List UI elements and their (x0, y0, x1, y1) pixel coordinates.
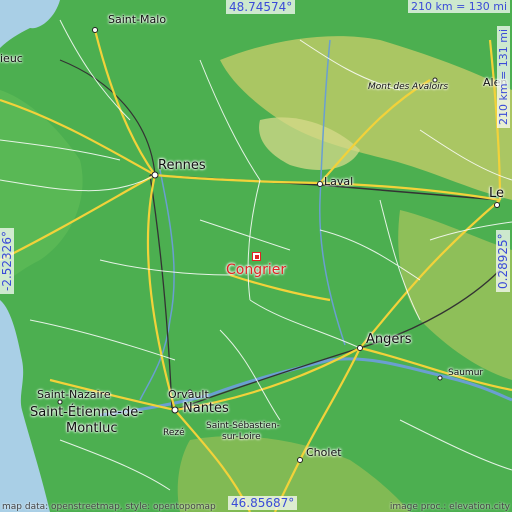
map-view[interactable]: Saint-Malo ieuc Alen Mont des Avaloirs R… (0, 0, 512, 512)
city-label-le: Le (489, 186, 505, 201)
vertical-scale-label: 210 km = 131 mi (497, 25, 510, 128)
city-label-dieuc: ieuc (0, 52, 23, 65)
city-label-saint-sebastien-line1: Saint-Sébastien- (206, 421, 280, 431)
city-label-saint-nazaire: Saint-Nazaire (37, 388, 111, 401)
target-location-label: Congrier (226, 262, 287, 278)
city-label-saint-sebastien-line2: sur-Loire (222, 432, 261, 442)
city-label-saint-malo: Saint-Malo (108, 13, 167, 26)
right-longitude-label: 0.28925° (496, 230, 510, 292)
city-label-saumur: Saumur (448, 368, 484, 378)
city-label-cholet: Cholet (306, 446, 342, 459)
peak-label-mont-des-avaloirs: Mont des Avaloirs (368, 82, 449, 92)
city-label-nantes: Nantes (183, 401, 229, 416)
horizontal-scale-label: 210 km = 130 mi (408, 0, 511, 13)
city-label-angers: Angers (366, 332, 412, 347)
city-label-laval: Laval (324, 175, 354, 188)
image-processing-credit: image proc.: elevation.city (389, 502, 510, 512)
city-label-rennes: Rennes (158, 158, 206, 173)
bottom-latitude-label: 46.85687° (228, 496, 298, 510)
target-location-marker[interactable] (252, 252, 261, 261)
top-latitude-label: 48.74574° (226, 0, 296, 14)
city-label-orvault: Orvault (168, 388, 209, 401)
left-longitude-label: -2.52326° (0, 228, 14, 294)
city-label-saint-etienne-line2: Montluc (66, 421, 118, 436)
city-label-saint-etienne-line1: Saint-Étienne-de- (30, 405, 143, 420)
map-data-credit: map data: openstreetmap, style: opentopo… (2, 502, 216, 512)
city-label-reze: Rezé (163, 428, 185, 438)
